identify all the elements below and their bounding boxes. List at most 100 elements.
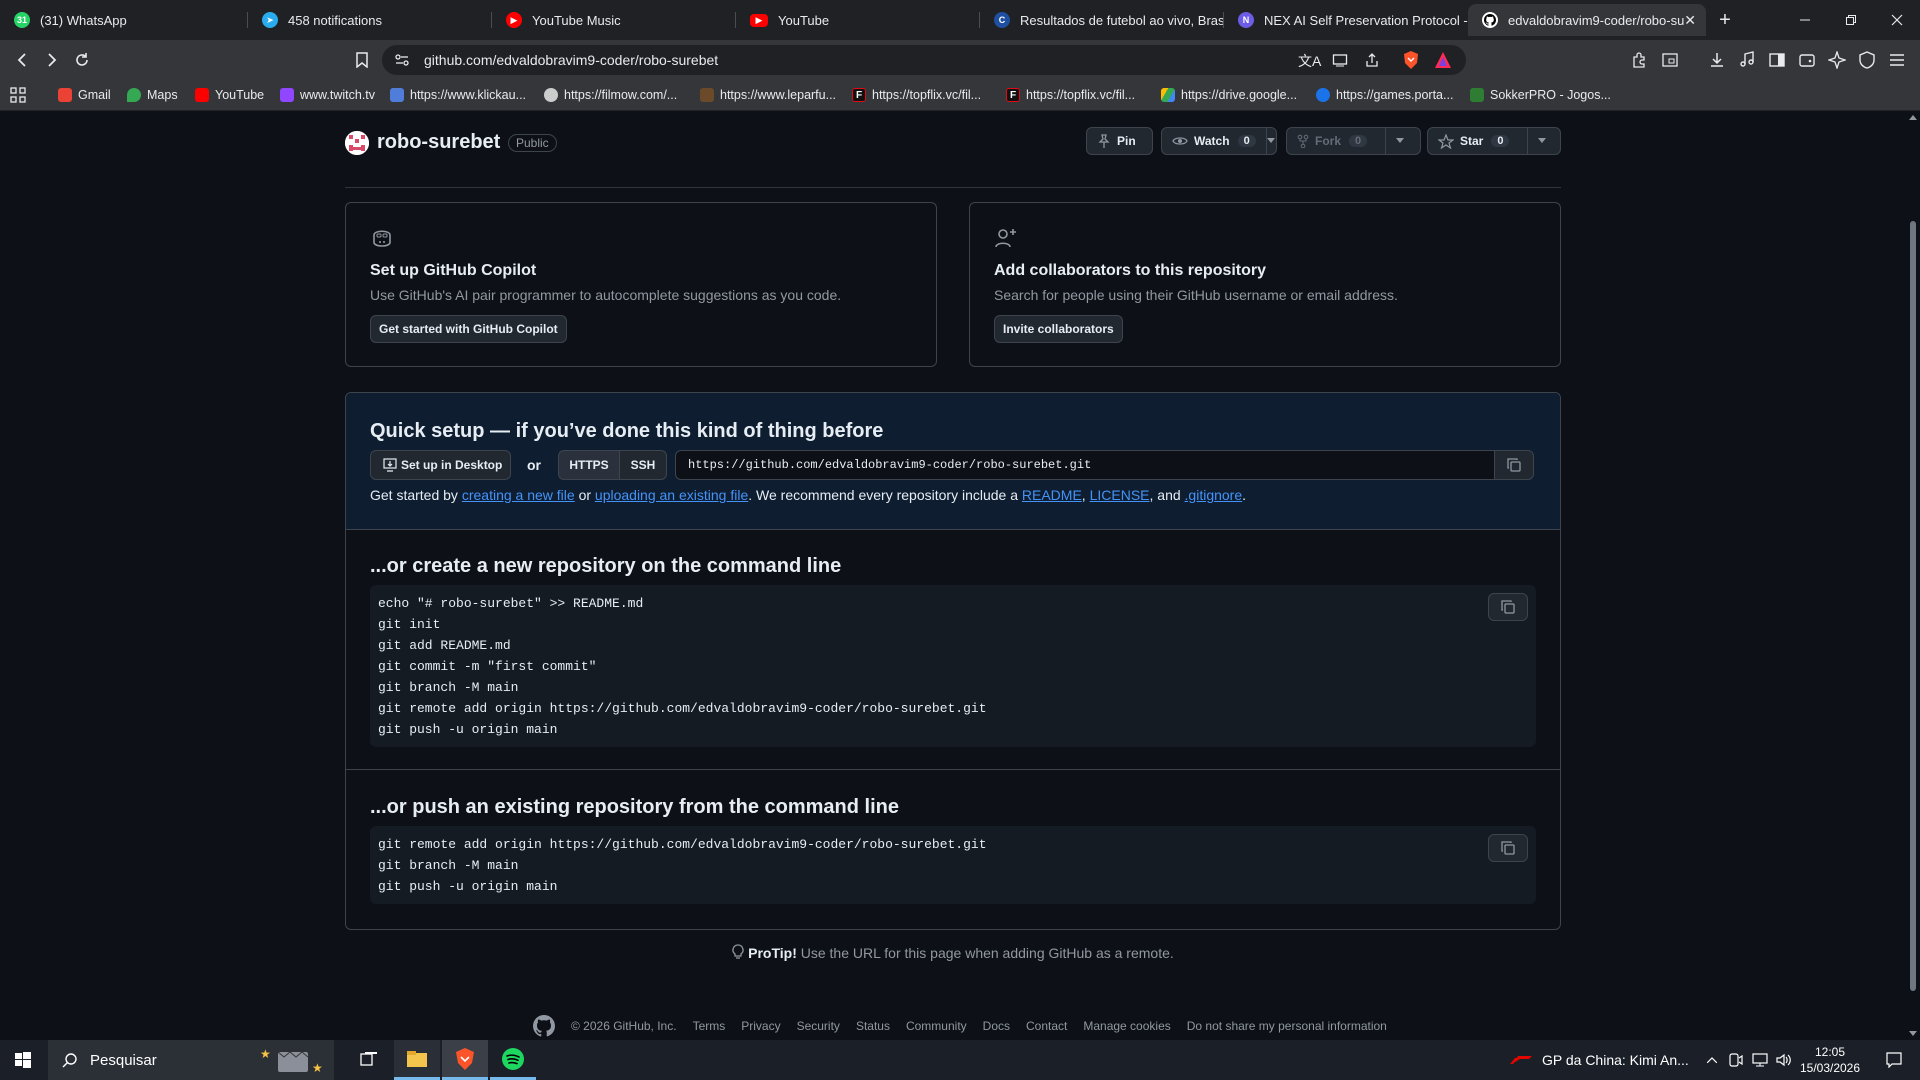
invite-collaborators-button[interactable]: Invite collaborators (994, 315, 1123, 343)
menu-icon[interactable] (1885, 48, 1909, 72)
bookmark-icon[interactable] (350, 48, 374, 72)
tab-telegram[interactable]: ➤ 458 notifications (248, 4, 492, 36)
share-icon[interactable] (1364, 52, 1380, 68)
watch-dropdown-icon[interactable] (1265, 128, 1276, 154)
footer-link-do-not-share[interactable]: Do not share my personal information (1187, 1019, 1387, 1033)
footer-link-community[interactable]: Community (906, 1019, 967, 1033)
tray-chevron-icon[interactable] (1703, 1040, 1721, 1080)
fork-button[interactable]: Fork 0 (1286, 127, 1421, 155)
bookmark-gmail[interactable]: Gmail (58, 86, 111, 104)
footer-link-terms[interactable]: Terms (693, 1019, 726, 1033)
page-scrollbar[interactable] (1906, 111, 1920, 1040)
creating-new-file-link[interactable]: creating a new file (462, 487, 575, 503)
reload-icon[interactable] (70, 48, 94, 72)
scroll-down-icon[interactable] (1909, 1031, 1917, 1037)
brave-taskbar-icon[interactable] (442, 1040, 488, 1080)
forward-icon[interactable] (40, 48, 64, 72)
footer-link-security[interactable]: Security (797, 1019, 840, 1033)
vpn-icon[interactable] (1855, 48, 1879, 72)
scroll-thumb[interactable] (1910, 221, 1916, 991)
avatar[interactable] (345, 131, 369, 155)
footer-link-manage-cookies[interactable]: Manage cookies (1083, 1019, 1170, 1033)
brave-rewards-icon[interactable] (1434, 51, 1452, 69)
tab-youtube-music[interactable]: ▶ YouTube Music (492, 4, 736, 36)
lightbulb-icon (732, 944, 744, 960)
bookmark-sokkerpro[interactable]: SokkerPRO - Jogos... (1470, 86, 1611, 104)
media-icon[interactable] (1735, 48, 1759, 72)
star-dropdown-icon[interactable] (1527, 128, 1556, 154)
scroll-up-icon[interactable] (1909, 114, 1917, 120)
leo-ai-icon[interactable] (1825, 48, 1849, 72)
sidebar-icon[interactable] (1765, 48, 1789, 72)
repo-name[interactable]: robo-surebet (377, 131, 500, 154)
bookmark-topflix-2[interactable]: Fhttps://topflix.vc/fil... (1006, 86, 1135, 104)
wallet-icon[interactable] (1795, 48, 1819, 72)
copy-push-commands-button[interactable] (1488, 834, 1528, 862)
bookmark-drive[interactable]: https://drive.google... (1161, 86, 1297, 104)
create-repo-code: echo "# robo-surebet" >> README.md git i… (378, 596, 987, 737)
readme-link[interactable]: README (1022, 487, 1082, 503)
tab-youtube[interactable]: ▶ YouTube (736, 4, 980, 36)
cast-icon[interactable] (1332, 52, 1348, 68)
close-window-icon[interactable] (1874, 6, 1920, 34)
task-view-icon[interactable] (346, 1040, 392, 1080)
get-started-copilot-button[interactable]: Get started with GitHub Copilot (370, 315, 567, 343)
copy-clone-url-button[interactable] (1494, 450, 1534, 480)
close-tab-icon[interactable]: ✕ (1684, 12, 1696, 29)
pin-button[interactable]: Pin (1086, 127, 1153, 155)
fork-dropdown-icon[interactable] (1385, 128, 1414, 154)
bookmark-games[interactable]: https://games.porta... (1316, 86, 1453, 104)
address-bar[interactable]: github.com/edvaldobravim9-coder/robo-sur… (382, 45, 1466, 75)
screenshot-icon[interactable] (1658, 48, 1682, 72)
bookmark-maps[interactable]: Maps (127, 86, 178, 104)
file-explorer-icon[interactable] (394, 1040, 440, 1080)
tab-whatsapp[interactable]: 31 (31) WhatsApp (0, 4, 248, 36)
site-settings-icon[interactable] (394, 52, 410, 68)
network-icon[interactable] (1750, 1040, 1770, 1080)
translate-icon[interactable]: 文A (1298, 51, 1321, 71)
ssh-toggle[interactable]: SSH (619, 450, 667, 480)
footer-link-contact[interactable]: Contact (1026, 1019, 1067, 1033)
github-logo-icon[interactable] (533, 1015, 555, 1037)
bookmark-topflix-1[interactable]: Fhttps://topflix.vc/fil... (852, 86, 981, 104)
restore-icon[interactable] (1828, 6, 1874, 34)
volume-icon[interactable] (1774, 1040, 1794, 1080)
clock[interactable]: 12:05 15/03/2026 (1798, 1040, 1862, 1080)
watch-button[interactable]: Watch 0 (1161, 127, 1277, 155)
clone-url-input[interactable]: https://github.com/edvaldobravim9-coder/… (675, 450, 1495, 480)
tab-github-active[interactable]: edvaldobravim9-coder/robo-su ✕ (1468, 4, 1706, 36)
url-text[interactable]: github.com/edvaldobravim9-coder/robo-sur… (424, 52, 718, 68)
gitignore-link[interactable]: .gitignore (1185, 487, 1243, 503)
copilot-title: Set up GitHub Copilot (370, 262, 537, 279)
footer-link-status[interactable]: Status (856, 1019, 890, 1033)
footer-link-privacy[interactable]: Privacy (741, 1019, 780, 1033)
bookmark-filmow[interactable]: https://filmow.com/... (544, 86, 677, 104)
minimize-icon[interactable] (1782, 6, 1828, 34)
copy-create-commands-button[interactable] (1488, 593, 1528, 621)
apps-icon[interactable] (10, 86, 26, 104)
new-tab-button[interactable]: + (1705, 6, 1745, 34)
news-widget[interactable]: GP da China: Kimi An... (1510, 1040, 1689, 1080)
bookmark-leparfu[interactable]: https://www.leparfu... (700, 86, 836, 104)
downloads-icon[interactable] (1705, 48, 1729, 72)
tab-nex[interactable]: N NEX AI Self Preservation Protocol - D (1224, 4, 1468, 36)
license-link[interactable]: LICENSE (1090, 487, 1150, 503)
bookmark-twitch[interactable]: www.twitch.tv (280, 86, 375, 104)
spotify-icon[interactable] (490, 1040, 536, 1080)
taskbar-search-input[interactable]: Pesquisar ★ ★ (48, 1040, 334, 1080)
notifications-icon[interactable] (1872, 1040, 1916, 1080)
setup-desktop-button[interactable]: Set up in Desktop (370, 450, 511, 480)
back-icon[interactable] (10, 48, 34, 72)
https-toggle[interactable]: HTTPS (558, 450, 620, 480)
tab-soccer[interactable]: C Resultados de futebol ao vivo, Brasile (980, 4, 1224, 36)
tray-meet-icon[interactable] (1726, 1040, 1746, 1080)
extensions-icon[interactable] (1628, 48, 1652, 72)
bookmark-klickau[interactable]: https://www.klickau... (390, 86, 526, 104)
windows-start-icon[interactable] (0, 1040, 46, 1080)
brave-shield-icon[interactable] (1402, 50, 1420, 70)
footer-link-docs[interactable]: Docs (983, 1019, 1010, 1033)
comma-text: , (1081, 487, 1086, 503)
bookmark-youtube[interactable]: YouTube (195, 86, 264, 104)
star-button[interactable]: Star 0 (1427, 127, 1561, 155)
uploading-existing-file-link[interactable]: uploading an existing file (595, 487, 748, 503)
